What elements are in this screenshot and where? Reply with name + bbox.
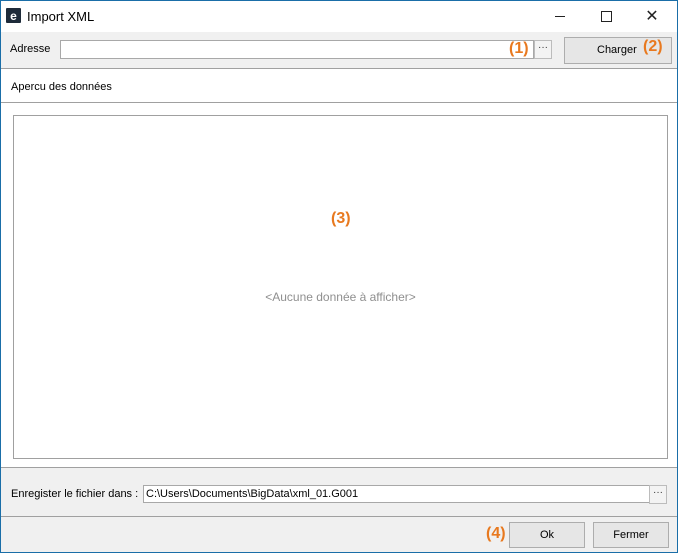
- annotation-4: (4): [486, 525, 506, 542]
- annotation-2: (2): [643, 38, 663, 55]
- title-bar[interactable]: e Import XML ✕: [1, 1, 677, 32]
- import-xml-window: e Import XML ✕ Adresse (1) ··· Charger (…: [0, 0, 678, 553]
- footer-buttons: (4) Ok Fermer: [1, 517, 677, 552]
- empty-state-text: <Aucune donnée à afficher>: [265, 290, 416, 304]
- address-input[interactable]: [60, 40, 534, 59]
- annotation-1: (1): [509, 40, 529, 57]
- minimize-button[interactable]: [537, 1, 583, 32]
- save-path-browse-button[interactable]: ···: [649, 485, 667, 504]
- load-button-label: Charger: [597, 44, 637, 56]
- close-button[interactable]: Fermer: [593, 522, 669, 548]
- minimize-icon: [555, 16, 565, 17]
- annotation-3: (3): [331, 210, 351, 227]
- maximize-button[interactable]: [583, 1, 629, 32]
- address-row: Adresse (1) ··· Charger (2): [1, 32, 677, 68]
- close-icon: ✕: [645, 7, 659, 25]
- window-title: Import XML: [27, 9, 95, 24]
- app-logo-glyph: e: [10, 8, 17, 23]
- ok-button[interactable]: Ok: [509, 522, 585, 548]
- maximize-icon: [600, 11, 612, 22]
- address-label: Adresse: [10, 43, 51, 55]
- divider: [1, 68, 677, 69]
- save-path-label: Enregister le fichier dans :: [11, 488, 139, 500]
- close-window-button[interactable]: ✕: [629, 1, 675, 32]
- preview-section-label: Apercu des données: [11, 81, 112, 93]
- save-path-input[interactable]: C:\Users\Documents\BigData\xml_01.G001: [143, 485, 651, 503]
- preview-area: (3) <Aucune donnée à afficher>: [1, 103, 677, 467]
- address-browse-button[interactable]: ···: [534, 40, 552, 59]
- save-row: Enregister le fichier dans : C:\Users\Do…: [1, 468, 677, 516]
- data-preview-grid[interactable]: (3) <Aucune donnée à afficher>: [13, 115, 668, 459]
- app-logo-icon: e: [6, 8, 21, 23]
